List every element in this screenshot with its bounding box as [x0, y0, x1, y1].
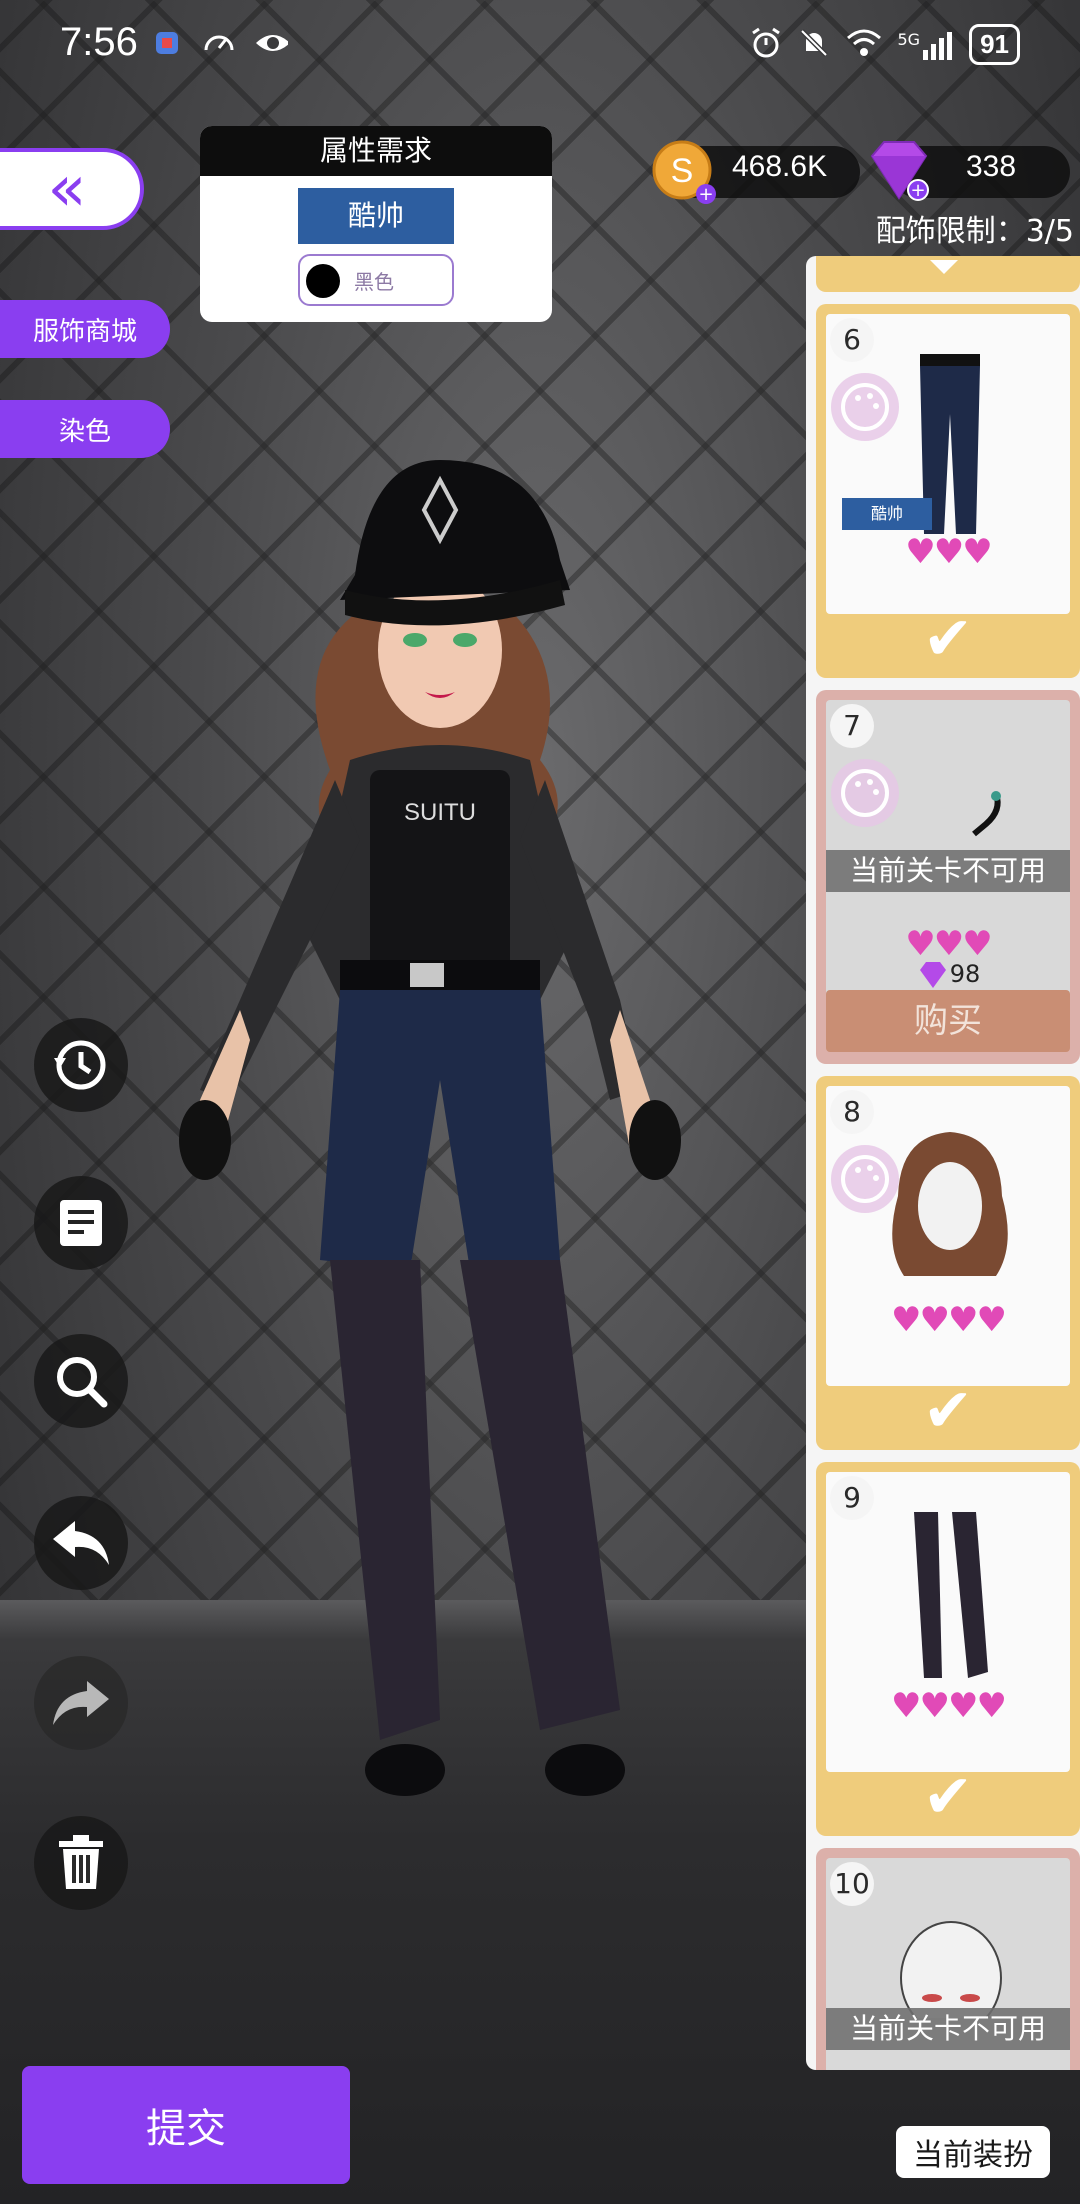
- palette-icon[interactable]: [828, 1142, 902, 1216]
- magnifier-icon: [57, 1357, 108, 1408]
- hearts-rating: ♥♥♥: [905, 924, 992, 964]
- notes-button[interactable]: [34, 1176, 128, 1270]
- style-tag: 酷帅: [842, 498, 932, 530]
- redo-button[interactable]: [34, 1656, 128, 1750]
- undo-button[interactable]: [34, 1496, 128, 1590]
- coin-amount: 468.6K: [732, 150, 828, 183]
- price-tag: 98: [826, 960, 1070, 990]
- item-card-6[interactable]: 6 酷帅 ♥♥♥ ✔: [816, 304, 1080, 678]
- palette-icon[interactable]: [828, 756, 902, 830]
- undo-arrow-icon: [53, 1521, 109, 1565]
- history-button[interactable]: [34, 1018, 128, 1112]
- price-amount: 98: [949, 960, 981, 988]
- style-tag: 酷帅: [298, 188, 454, 244]
- checkmark-icon: ✔: [922, 604, 974, 674]
- item-number: 10: [830, 1862, 874, 1906]
- checkmark-icon: ✔: [922, 1762, 974, 1832]
- requirement-panel: 属性需求 酷帅 黑色: [200, 126, 552, 322]
- eye-icon: [254, 26, 288, 60]
- battery-indicator: 91: [969, 24, 1020, 65]
- alarm-icon: [750, 27, 782, 63]
- vest-text: SUITU: [404, 799, 476, 826]
- status-bar: 7:56 5G 91: [0, 0, 1080, 92]
- gem-icon[interactable]: +: [864, 138, 934, 208]
- delete-button[interactable]: [34, 1816, 128, 1910]
- item-number: 9: [830, 1476, 874, 1520]
- hearts-rating: ♥♥♥♥: [891, 1300, 1007, 1340]
- submit-button[interactable]: 提交: [22, 2066, 350, 2184]
- color-swatch: [306, 264, 340, 298]
- item-number: 8: [830, 1090, 874, 1134]
- back-button[interactable]: «: [0, 148, 144, 230]
- locked-banner: 当前关卡不可用: [826, 2008, 1070, 2050]
- double-chevron-left-icon: «: [47, 152, 87, 226]
- svg-text:+: +: [698, 184, 713, 205]
- status-time: 7:56: [60, 20, 138, 64]
- color-requirement: 黑色: [298, 254, 454, 306]
- trash-icon: [59, 1835, 103, 1889]
- coin-icon[interactable]: S +: [652, 140, 718, 210]
- color-label: 黑色: [354, 270, 394, 294]
- item-number: 6: [830, 318, 874, 362]
- item-list-panel[interactable]: 6 酷帅 ♥♥♥ ✔ 7 当前关卡不可用 ♥♥♥ 98 购买 8 ♥♥♥♥ ✔ …: [806, 256, 1080, 2070]
- mute-bell-icon: [798, 27, 830, 63]
- requirement-title: 属性需求: [200, 126, 552, 176]
- item-card-9[interactable]: 9 ♥♥♥♥ ✔: [816, 1462, 1080, 1836]
- character-figure: SUITU: [179, 460, 681, 1796]
- hearts-rating: ♥♥♥♥: [891, 1686, 1007, 1726]
- clothing-shop-button[interactable]: 服饰商城: [0, 300, 170, 358]
- item-card-partial[interactable]: [816, 256, 1080, 292]
- svg-text:+: +: [910, 180, 925, 201]
- locked-banner: 当前关卡不可用: [826, 850, 1070, 892]
- zoom-button[interactable]: [34, 1334, 128, 1428]
- cell-signal-icon: 5G: [898, 30, 954, 60]
- gem-icon: [919, 962, 946, 988]
- checkmark-icon: ✔: [922, 1376, 974, 1446]
- item-number: 7: [830, 704, 874, 748]
- item-card-10[interactable]: 10 当前关卡不可用: [816, 1848, 1080, 2070]
- app-notification-icon: [150, 26, 184, 60]
- svg-text:S: S: [671, 152, 694, 190]
- speed-gauge-icon: [202, 26, 236, 60]
- document-icon: [60, 1200, 102, 1246]
- hearts-rating: ♥♥♥: [905, 532, 992, 572]
- clock-history-icon: [54, 1040, 106, 1090]
- item-card-8[interactable]: 8 ♥♥♥♥ ✔: [816, 1076, 1080, 1450]
- item-stockings-image: [914, 1512, 988, 1678]
- gem-amount: 338: [966, 150, 1017, 183]
- chevron-down-icon: [930, 260, 958, 274]
- buy-button[interactable]: 购买: [826, 990, 1070, 1052]
- item-headset-image: [972, 791, 1001, 837]
- accessory-limit: 配饰限制：3/5: [875, 214, 1074, 249]
- item-card-7[interactable]: 7 当前关卡不可用 ♥♥♥ 98 购买: [816, 690, 1080, 1064]
- palette-icon[interactable]: [828, 370, 902, 444]
- network-type: 5G: [897, 29, 921, 49]
- redo-arrow-icon: [53, 1681, 109, 1725]
- current-outfit-button[interactable]: 当前装扮: [896, 2126, 1050, 2178]
- item-makeup-image: [900, 1921, 1002, 2018]
- wifi-icon: [846, 28, 882, 62]
